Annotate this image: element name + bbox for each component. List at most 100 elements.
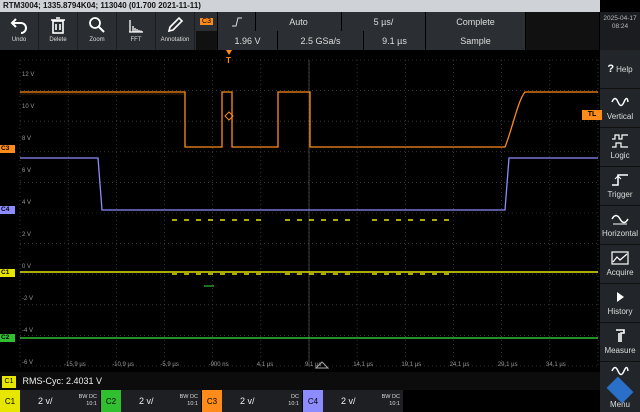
c2-marker[interactable]: C2 bbox=[0, 334, 15, 342]
measurement-value[interactable]: RMS-Cyc: 2.4031 V bbox=[23, 376, 103, 386]
channel-c1[interactable]: C1 2 v/ BW DC 10:1 bbox=[0, 390, 100, 412]
trigger-source[interactable]: C3 bbox=[196, 12, 218, 31]
annotation-button[interactable]: Annotation bbox=[156, 12, 195, 50]
logic-label: Logic bbox=[610, 151, 630, 160]
x-tick-label: 24,1 µs bbox=[449, 362, 470, 368]
side-menu: ? Help Vertical Logic Trigger Horizontal… bbox=[600, 50, 640, 412]
zoom-label: Zoom bbox=[89, 37, 105, 43]
logic-icon bbox=[612, 134, 628, 148]
channel-c3[interactable]: C3 2 v/ DC 10:1 bbox=[202, 390, 302, 412]
c3-marker[interactable]: C3 bbox=[0, 145, 15, 153]
x-tick-label: -5,9 µs bbox=[160, 362, 179, 368]
fft-label: FFT bbox=[130, 37, 142, 43]
c3-attenuation: 10:1 bbox=[288, 401, 299, 407]
x-tick-label: 29,1 µs bbox=[497, 362, 518, 368]
y-tick-label: 4 V bbox=[22, 200, 32, 206]
y-tick-label: 0 V bbox=[22, 264, 32, 270]
help-label: Help bbox=[616, 64, 633, 74]
c4-bw: BW bbox=[381, 394, 391, 400]
help-button[interactable]: ? Help bbox=[600, 50, 640, 89]
date-text: 2025-04-17 bbox=[603, 15, 637, 22]
measure-label: Measure bbox=[604, 346, 636, 355]
fft-button[interactable]: FFT bbox=[117, 12, 156, 50]
c2-bw: BW bbox=[179, 394, 189, 400]
trigger-marker[interactable]: T bbox=[226, 56, 231, 65]
y-tick-label: 2 V bbox=[22, 232, 32, 238]
c4-attenuation: 10:1 bbox=[389, 401, 400, 407]
channel-c4[interactable]: C4 2 v/ BW DC 10:1 bbox=[303, 390, 403, 412]
y-tick-label: -6 V bbox=[22, 360, 34, 366]
date-time: 2025-04-17 08:24 bbox=[600, 12, 640, 50]
sine-icon bbox=[611, 97, 629, 107]
y-tick-label: 6 V bbox=[22, 168, 32, 174]
acquire-icon bbox=[611, 251, 629, 265]
channel-bar: C1 2 v/ BW DC 10:1 C2 2 v/ BW DC 10:1 C3 2… bbox=[0, 390, 600, 412]
c2-attenuation: 10:1 bbox=[187, 401, 198, 407]
measure-icon bbox=[616, 329, 625, 342]
x-tick-label: -900 ns bbox=[208, 362, 229, 368]
x-tick-label: -15,9 µs bbox=[64, 362, 86, 368]
menu-button[interactable]: Menu bbox=[600, 362, 640, 412]
measurement-source: C1 bbox=[2, 375, 16, 388]
logic-button[interactable]: Logic bbox=[600, 128, 640, 167]
undo-button[interactable]: Undo bbox=[0, 12, 39, 50]
vertical-button[interactable]: Vertical bbox=[600, 89, 640, 128]
trigger-source-label: C3 bbox=[200, 18, 213, 25]
y-tick-label: 8 V bbox=[22, 136, 32, 142]
trigger-icon bbox=[612, 174, 628, 186]
c1-bw: BW bbox=[78, 394, 88, 400]
x-tick-label: 4,1 µs bbox=[256, 362, 274, 368]
horizontal-button[interactable]: Horizontal bbox=[600, 206, 640, 245]
acquisition-bar: C3 Auto 5 µs/ Complete 1.96 V 2.5 GSa/s … bbox=[196, 12, 600, 50]
horizontal-label: Horizontal bbox=[601, 229, 638, 238]
x-tick-label: 34,1 µs bbox=[546, 362, 566, 368]
pencil-icon bbox=[167, 16, 184, 33]
c1-id: C1 bbox=[0, 390, 20, 412]
question-icon: ? bbox=[607, 63, 615, 75]
y-tick-label: -2 V bbox=[22, 296, 34, 302]
sine-icon bbox=[611, 366, 629, 376]
trigger-position-marker bbox=[226, 50, 232, 55]
trigger-level-tag[interactable]: TL bbox=[582, 110, 602, 120]
history-button[interactable]: History bbox=[600, 284, 640, 323]
c1-burst bbox=[172, 219, 261, 275]
zoom-button[interactable]: Zoom bbox=[78, 12, 117, 50]
measure-button[interactable]: Measure bbox=[600, 323, 640, 362]
undo-label: Undo bbox=[11, 37, 27, 43]
record-time[interactable]: 9.1 µs bbox=[364, 31, 426, 50]
acquisition-mode[interactable]: Sample bbox=[426, 31, 526, 50]
c4-id: C4 bbox=[303, 390, 323, 412]
acquire-button[interactable]: Acquire bbox=[600, 245, 640, 284]
timebase-value[interactable]: 5 µs/ bbox=[342, 12, 426, 31]
c2-id: C2 bbox=[101, 390, 121, 412]
c3-scale: 2 v/ bbox=[240, 396, 255, 406]
c4-coupling: DC bbox=[392, 394, 400, 400]
y-tick-label: 10 V bbox=[22, 104, 35, 110]
c4-marker[interactable]: C4 bbox=[0, 206, 15, 214]
trigger-button[interactable]: Trigger bbox=[600, 167, 640, 206]
oscilloscope-screen: RTM3004; 1335.8794K04; 113040 (01.700 20… bbox=[0, 0, 640, 412]
c4-scale: 2 v/ bbox=[341, 396, 356, 406]
trigger-slope[interactable] bbox=[218, 12, 256, 31]
acquisition-status[interactable]: Complete bbox=[426, 12, 526, 31]
measurement-bar: C1 RMS-Cyc: 2.4031 V bbox=[0, 372, 600, 390]
trigger-level[interactable]: 1.96 V bbox=[218, 31, 278, 50]
x-tick-label: 9,1 µs bbox=[305, 362, 322, 368]
acquire-label: Acquire bbox=[606, 268, 634, 277]
delete-label: Delete bbox=[49, 37, 67, 43]
undo-icon bbox=[10, 18, 27, 34]
c1-scale: 2 v/ bbox=[38, 396, 53, 406]
waveform-display[interactable]: 12 V 10 V 8 V 6 V 4 V 2 V 0 V -2 V -4 V -6 V -15,… bbox=[0, 50, 600, 372]
delete-button[interactable]: Delete bbox=[39, 12, 78, 50]
x-tick-label: 14,1 µs bbox=[353, 362, 373, 368]
c1-burst bbox=[285, 219, 350, 275]
trigger-label: Trigger bbox=[607, 190, 633, 199]
c3-id: C3 bbox=[202, 390, 222, 412]
c1-coupling: DC bbox=[89, 394, 97, 400]
c1-marker[interactable]: C1 bbox=[0, 269, 15, 277]
trigger-mode[interactable]: Auto bbox=[256, 12, 342, 31]
sample-rate[interactable]: 2.5 GSa/s bbox=[278, 31, 364, 50]
time-text: 08:24 bbox=[611, 23, 629, 30]
channel-c2[interactable]: C2 2 v/ BW DC 10:1 bbox=[101, 390, 201, 412]
annotation-label: Annotation bbox=[160, 37, 190, 43]
